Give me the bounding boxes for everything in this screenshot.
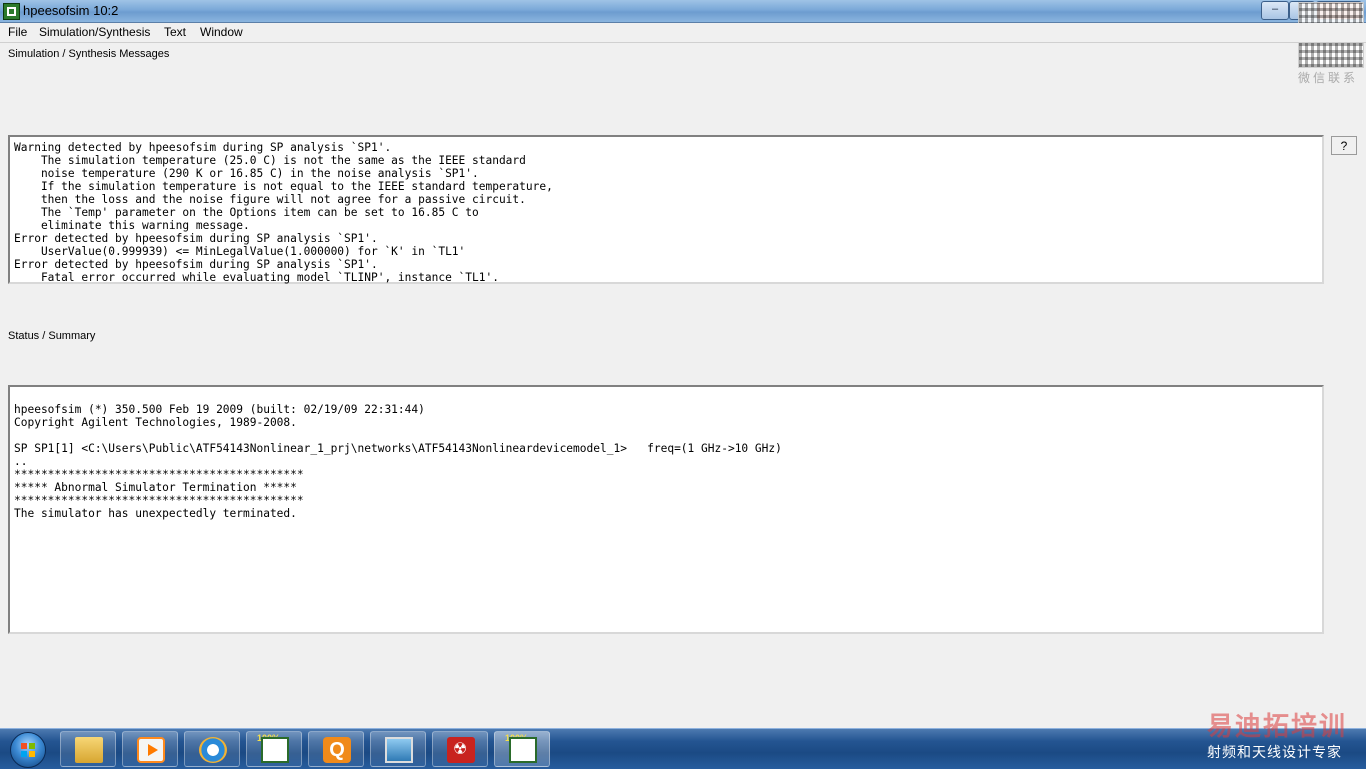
system-tray: 射频和天线设计专家 <box>1205 736 1366 764</box>
messages-text: Warning detected by hpeesofsim during SP… <box>14 141 553 284</box>
qr-caption: 微信联系 <box>1298 71 1359 85</box>
tray-watermark-text: 射频和天线设计专家 <box>1207 744 1342 760</box>
start-button[interactable] <box>2 731 56 768</box>
minimize-button[interactable]: – <box>1261 1 1289 20</box>
messages-section-label: Simulation / Synthesis Messages <box>8 48 170 60</box>
windows-logo-icon <box>10 732 46 768</box>
taskbar-hpeesofsim-button[interactable]: 100% <box>494 731 550 767</box>
menu-bar: File Simulation/Synthesis Text Window <box>0 23 1366 42</box>
taskbar-qq-button[interactable]: Q <box>308 731 364 767</box>
help-button[interactable]: ? <box>1331 136 1357 155</box>
menu-file[interactable]: File <box>8 25 27 39</box>
taskbar-explorer-button[interactable] <box>60 731 116 767</box>
ads-app-icon <box>261 737 289 763</box>
taskbar-ads-button[interactable]: 100% <box>246 731 302 767</box>
messages-text-area[interactable]: Warning detected by hpeesofsim during SP… <box>8 135 1324 284</box>
title-bar: hpeesofsim 10:2 – □ ✕ <box>0 0 1366 23</box>
menu-window[interactable]: Window <box>200 25 243 39</box>
media-player-icon <box>137 737 165 763</box>
status-summary-text-area[interactable]: hpeesofsim (*) 350.500 Feb 19 2009 (buil… <box>8 385 1324 634</box>
qq-icon: Q <box>323 737 351 763</box>
status-section-label: Status / Summary <box>8 330 96 342</box>
internet-explorer-icon <box>199 737 227 763</box>
summary-text: hpeesofsim (*) 350.500 Feb 19 2009 (buil… <box>14 403 782 520</box>
photo-viewer-icon <box>385 737 413 763</box>
acrobat-icon <box>447 737 475 763</box>
taskbar-acrobat-button[interactable] <box>432 731 488 767</box>
menu-separator <box>0 42 1366 43</box>
hpeesofsim-icon <box>509 737 537 763</box>
folder-icon <box>75 737 103 763</box>
app-icon <box>3 3 20 20</box>
menu-simulation-synthesis[interactable]: Simulation/Synthesis <box>39 25 150 39</box>
menu-text[interactable]: Text <box>164 25 186 39</box>
taskbar-photo-viewer-button[interactable] <box>370 731 426 767</box>
taskbar-internet-explorer-button[interactable] <box>184 731 240 767</box>
taskbar-media-player-button[interactable] <box>122 731 178 767</box>
window-title: hpeesofsim 10:2 <box>23 3 119 18</box>
taskbar: 100% Q 100% <box>0 728 1366 769</box>
